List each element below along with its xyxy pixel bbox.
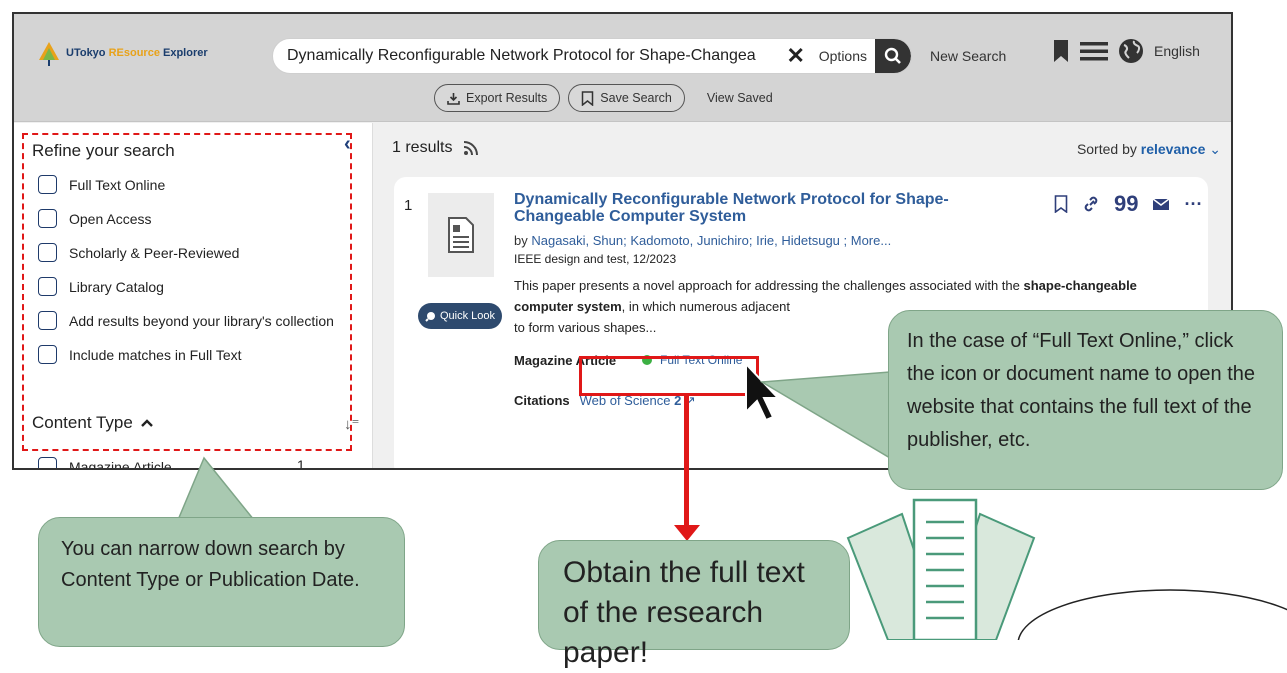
bookmark-outline-icon	[582, 90, 594, 106]
ellipse-outline	[1017, 589, 1287, 640]
export-icon	[447, 92, 460, 105]
top-bar: UTokyo REsource Explorer Dynamically Rec…	[14, 14, 1231, 122]
callout-pointer	[176, 456, 256, 521]
full-text-highlight-box	[579, 356, 759, 396]
search-button[interactable]	[875, 39, 911, 73]
language-selector[interactable]: English	[1154, 43, 1200, 59]
result-title[interactable]: Dynamically Reconfigurable Network Proto…	[514, 191, 1034, 225]
publication-info: IEEE design and test, 12/2023	[514, 252, 677, 266]
document-thumbnail[interactable]	[428, 193, 494, 277]
cite-icon[interactable]: 99	[1114, 193, 1138, 215]
full-text-callout: In the case of “Full Text Online,” click…	[888, 310, 1283, 490]
email-icon[interactable]	[1152, 197, 1170, 211]
toolbar: Export Results Save Search View Saved	[434, 84, 773, 112]
rss-icon[interactable]	[462, 139, 480, 157]
export-results-button[interactable]: Export Results	[434, 84, 561, 112]
obtain-full-text-callout: Obtain the full text of the research pap…	[538, 540, 850, 669]
arrow-line	[684, 396, 689, 530]
document-icon	[448, 217, 474, 253]
link-icon[interactable]	[1082, 195, 1100, 213]
logo-text: UTokyo REsource Explorer	[66, 47, 208, 59]
result-actions: 99 ···	[1054, 193, 1202, 215]
arrow-head	[674, 525, 700, 541]
checkbox[interactable]	[38, 457, 57, 468]
search-icon	[884, 47, 901, 64]
result-number: 1	[404, 197, 413, 214]
globe-icon[interactable]	[1118, 38, 1144, 64]
bookmark-outline-icon[interactable]	[1054, 195, 1068, 213]
results-count: 1 results	[392, 139, 480, 157]
save-search-button[interactable]: Save Search	[568, 84, 685, 112]
sort-selector[interactable]: Sorted by relevance ⌄	[1077, 141, 1221, 158]
options-button[interactable]: Options	[811, 48, 875, 64]
callout-pointer	[760, 371, 891, 460]
narrow-down-callout: You can narrow down search by Content Ty…	[38, 517, 405, 647]
search-box: Dynamically Reconfigurable Network Proto…	[272, 38, 912, 74]
facet-count: 1	[297, 457, 305, 470]
more-icon[interactable]: ···	[1184, 195, 1202, 213]
zoom-icon	[425, 311, 435, 322]
top-icons: English	[1052, 38, 1200, 64]
new-search-link[interactable]: New Search	[930, 48, 1006, 64]
result-authors: by Nagasaki, Shun; Kadomoto, Junichiro; …	[514, 233, 892, 248]
view-saved-link[interactable]: View Saved	[707, 91, 773, 105]
clear-icon[interactable]: ✕	[781, 43, 811, 69]
logo-icon	[39, 42, 59, 66]
author-links[interactable]: Nagasaki, Shun; Kadomoto, Junichiro; Iri…	[531, 233, 891, 248]
search-input[interactable]: Dynamically Reconfigurable Network Proto…	[273, 47, 781, 65]
menu-icon[interactable]	[1080, 41, 1108, 61]
logo[interactable]: UTokyo REsource Explorer	[38, 40, 208, 66]
filter-magazine-article[interactable]: Magazine Article	[38, 457, 172, 468]
quick-look-button[interactable]: Quick Look	[418, 303, 502, 329]
bookmark-icon[interactable]	[1052, 39, 1070, 63]
refine-highlight-box	[22, 133, 352, 451]
